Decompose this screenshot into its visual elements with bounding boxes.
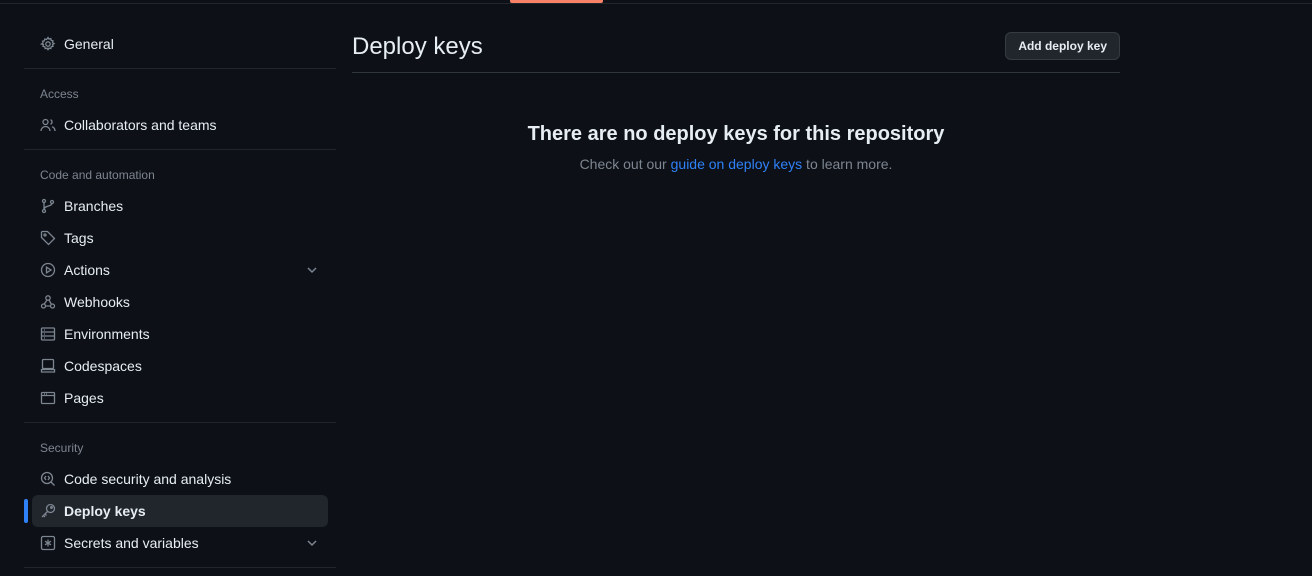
sidebar-item-label: Branches [64,198,124,214]
blank-state: There are no deploy keys for this reposi… [352,73,1120,172]
sidebar-item-label: Code security and analysis [64,471,232,487]
webhook-icon [40,294,56,310]
sidebar-item-deploy-keys[interactable]: Deploy keys [24,495,328,527]
top-nav-border [0,0,1312,4]
blank-state-text: Check out our guide on deploy keys to le… [352,156,1120,172]
sidebar-item-environments[interactable]: Environments [32,318,328,350]
deploy-keys-guide-link[interactable]: guide on deploy keys [671,156,803,172]
section-heading-code-automation: Code and automation [40,168,155,182]
sidebar-divider [24,567,336,568]
sidebar-item-label: Secrets and variables [64,535,199,551]
sidebar-item-code-security[interactable]: Code security and analysis [32,463,328,495]
server-icon [40,326,56,342]
chevron-down-icon[interactable] [304,262,320,278]
add-deploy-key-button[interactable]: Add deploy key [1005,32,1120,60]
sidebar-divider [24,68,336,69]
chevron-down-icon[interactable] [304,535,320,551]
page-title: Deploy keys [352,33,483,60]
gear-icon [40,36,56,52]
sidebar-item-pages[interactable]: Pages [32,382,328,414]
blank-text-after: to learn more. [802,156,893,172]
key-icon [40,503,56,519]
play-icon [40,262,56,278]
git-branch-icon [40,198,56,214]
blank-state-title: There are no deploy keys for this reposi… [527,123,945,145]
sidebar-item-label: Tags [64,230,94,246]
codescan-icon [40,471,56,487]
section-heading-security: Security [40,441,84,455]
page-header: Deploy keys Add deploy key [352,28,1120,73]
sidebar-item-collaborators[interactable]: Collaborators and teams [32,109,328,141]
sidebar-item-branches[interactable]: Branches [32,190,328,222]
sidebar-item-label: General [64,36,114,52]
active-tab-underline [510,0,603,3]
sidebar-item-label: Webhooks [64,294,130,310]
sidebar-item-actions[interactable]: Actions [32,254,328,286]
sidebar-item-webhooks[interactable]: Webhooks [32,286,328,318]
sidebar-item-tags[interactable]: Tags [32,222,328,254]
sidebar-item-label: Collaborators and teams [64,117,217,133]
blank-text-before: Check out our [579,156,671,172]
people-icon [40,117,56,133]
sidebar-item-label: Codespaces [64,358,142,374]
main-content: Deploy keys Add deploy key There are no … [352,28,1120,172]
sidebar-divider [24,422,336,423]
sidebar-item-label: Actions [64,262,110,278]
settings-sidebar: General Access Collaborators and teams C… [24,28,336,576]
sidebar-item-label: Environments [64,326,150,342]
sidebar-item-label: Deploy keys [64,503,146,519]
sidebar-item-label: Pages [64,390,104,406]
sidebar-item-codespaces[interactable]: Codespaces [32,350,328,382]
sidebar-item-secrets[interactable]: Secrets and variables [32,527,328,559]
tag-icon [40,230,56,246]
codespaces-icon [40,358,56,374]
sidebar-divider [24,149,336,150]
asterisk-icon [40,535,56,551]
browser-icon [40,390,56,406]
section-heading-access: Access [40,87,79,101]
sidebar-item-general[interactable]: General [32,28,328,60]
